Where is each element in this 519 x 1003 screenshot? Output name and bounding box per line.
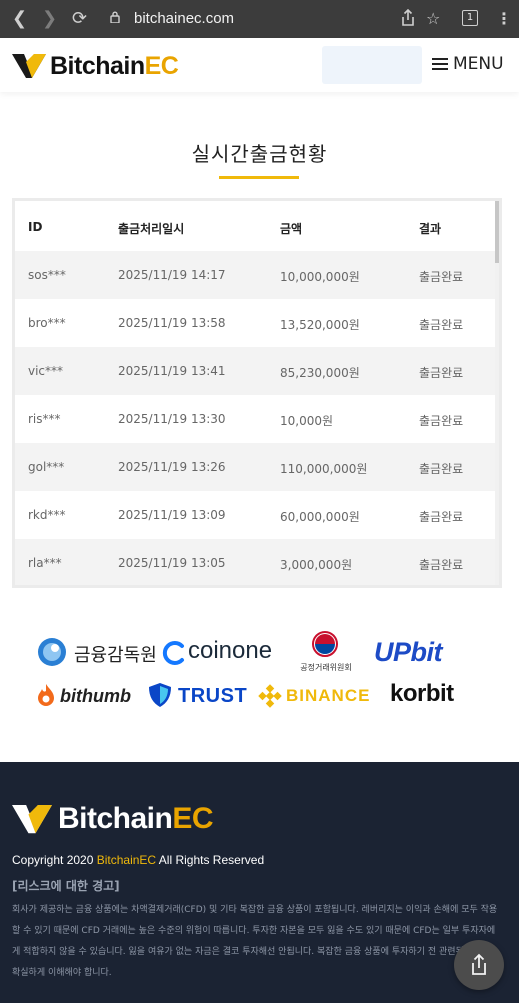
more-options-icon[interactable]: ⋮ xyxy=(496,9,512,28)
withdrawal-table[interactable]: ID 출금처리일시 금액 결과 sos*** 2025/11/19 14:17 … xyxy=(12,198,502,588)
ftc-label: 공정거래위원회 xyxy=(300,663,352,672)
column-header-amount: 금액 xyxy=(280,222,303,236)
binance-diamond-icon xyxy=(258,684,282,708)
column-header-date: 출금처리일시 xyxy=(118,222,185,236)
browser-toolbar: ❮ ❯ ⟳ bitchainec.com ☆ 1 ⋮ xyxy=(0,0,519,38)
back-icon[interactable]: ❮ xyxy=(12,9,27,29)
row-id: rla*** xyxy=(28,556,62,570)
row-id: gol*** xyxy=(28,460,65,474)
row-id: ris*** xyxy=(28,412,61,426)
binance-label: BINANCE xyxy=(286,686,371,705)
row-date: 2025/11/19 13:58 xyxy=(118,316,226,330)
row-amount: 13,520,000원 xyxy=(280,318,360,332)
footer-logo-mark-icon xyxy=(12,805,52,834)
scrollbar-thumb[interactable] xyxy=(495,201,499,263)
partner-upbit-logo: UPbit xyxy=(374,637,443,667)
row-id: bro*** xyxy=(28,316,66,330)
page-title: 실시간출금현황 xyxy=(191,142,328,166)
row-result: 출금완료 xyxy=(419,558,464,572)
row-date: 2025/11/19 13:05 xyxy=(118,556,226,570)
row-result: 출금완료 xyxy=(419,510,464,524)
logo-text: BitchainEC xyxy=(50,52,179,80)
floating-share-button[interactable] xyxy=(454,940,504,990)
column-header-id: ID xyxy=(28,220,43,234)
trust-label: TRUST xyxy=(178,685,248,707)
copyright-text: Copyright 2020 BitchainEC All Rights Res… xyxy=(12,853,265,867)
row-amount: 110,000,000원 xyxy=(280,462,368,476)
bithumb-flame-icon xyxy=(38,684,54,706)
fss-label: 금융감독원 xyxy=(74,645,157,666)
column-header-result: 결과 xyxy=(419,222,442,236)
lock-icon[interactable] xyxy=(110,11,120,23)
bookmark-star-icon[interactable]: ☆ xyxy=(426,9,440,28)
menu-label: MENU xyxy=(453,54,504,74)
table-row: gol*** 2025/11/19 13:26 110,000,000원 출금완… xyxy=(15,443,499,491)
partner-korbit-logo: korbit xyxy=(390,680,454,707)
table-row: bro*** 2025/11/19 13:58 13,520,000원 출금완료 xyxy=(15,299,499,347)
risk-warning-title: [리스크에 대한 경고] xyxy=(12,879,120,893)
table-row: rkd*** 2025/11/19 13:09 60,000,000원 출금완료 xyxy=(15,491,499,539)
site-footer: BitchainEC Copyright 2020 BitchainEC All… xyxy=(0,762,519,1003)
forward-icon[interactable]: ❯ xyxy=(42,9,57,29)
coinone-c-icon xyxy=(162,641,184,665)
row-result: 출금완료 xyxy=(419,366,464,380)
row-date: 2025/11/19 13:41 xyxy=(118,364,226,378)
row-amount: 60,000,000원 xyxy=(280,510,360,524)
row-result: 출금완료 xyxy=(419,270,464,284)
table-row: rla*** 2025/11/19 13:05 3,000,000원 출금완료 xyxy=(15,539,499,585)
row-date: 2025/11/19 14:17 xyxy=(118,268,226,282)
table-row: vic*** 2025/11/19 13:41 85,230,000원 출금완료 xyxy=(15,347,499,395)
table-header: ID 출금처리일시 금액 결과 xyxy=(15,201,499,251)
table-row: sos*** 2025/11/19 14:17 10,000,000원 출금완료 xyxy=(15,251,499,299)
table-scrollbar[interactable] xyxy=(495,201,499,585)
reload-icon[interactable]: ⟳ xyxy=(72,9,87,29)
row-date: 2025/11/19 13:26 xyxy=(118,460,226,474)
hamburger-icon xyxy=(432,58,448,70)
share-icon[interactable] xyxy=(400,9,416,27)
row-id: rkd*** xyxy=(28,508,66,522)
logo-mark-icon xyxy=(12,54,46,78)
row-amount: 10,000원 xyxy=(280,414,334,428)
fss-emblem-icon xyxy=(38,638,66,666)
row-result: 출금완료 xyxy=(419,414,464,428)
row-amount: 3,000,000원 xyxy=(280,558,353,572)
address-bar[interactable]: bitchainec.com xyxy=(134,10,234,27)
coinone-label: coinone xyxy=(188,637,273,664)
row-result: 출금완료 xyxy=(419,318,464,332)
header-action-button[interactable] xyxy=(322,46,422,84)
site-header: BitchainEC MENU xyxy=(0,38,519,92)
row-result: 출금완료 xyxy=(419,462,464,476)
table-row: ris*** 2025/11/19 13:30 10,000원 출금완료 xyxy=(15,395,499,443)
row-date: 2025/11/19 13:09 xyxy=(118,508,226,522)
row-id: sos*** xyxy=(28,268,66,282)
row-id: vic*** xyxy=(28,364,64,378)
bithumb-label: bithumb xyxy=(60,686,131,706)
risk-warning-text: 회사가 제공하는 금융 상품에는 차액결제거래(CFD) 및 기타 복잡한 금융… xyxy=(12,905,498,978)
share-icon xyxy=(472,953,486,975)
row-date: 2025/11/19 13:30 xyxy=(118,412,226,426)
menu-button[interactable]: MENU xyxy=(432,54,504,74)
trust-shield-icon xyxy=(149,683,171,707)
ftc-emblem-icon xyxy=(312,631,338,657)
tab-count-icon[interactable]: 1 xyxy=(462,10,478,26)
footer-logo-text: BitchainEC xyxy=(58,802,214,835)
row-amount: 85,230,000원 xyxy=(280,366,360,380)
row-amount: 10,000,000원 xyxy=(280,270,360,284)
title-underline xyxy=(219,176,299,179)
